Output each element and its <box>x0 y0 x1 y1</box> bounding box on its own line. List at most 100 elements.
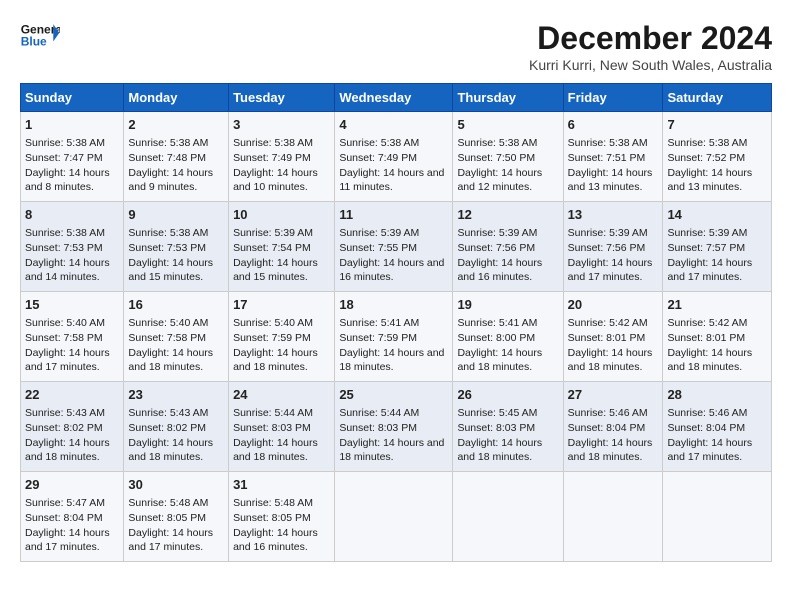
sunset-label: Sunset: 8:05 PM <box>233 512 311 524</box>
calendar-cell: 24Sunrise: 5:44 AMSunset: 8:03 PMDayligh… <box>229 382 335 472</box>
day-number: 17 <box>233 296 330 314</box>
daylight-label: Daylight: 14 hours and 8 minutes. <box>25 167 110 194</box>
calendar-header-row: SundayMondayTuesdayWednesdayThursdayFrid… <box>21 84 772 112</box>
calendar-cell: 5Sunrise: 5:38 AMSunset: 7:50 PMDaylight… <box>453 112 563 202</box>
sunrise-label: Sunrise: 5:38 AM <box>339 137 419 149</box>
daylight-label: Daylight: 14 hours and 16 minutes. <box>233 527 318 554</box>
day-number: 3 <box>233 116 330 134</box>
calendar-cell: 6Sunrise: 5:38 AMSunset: 7:51 PMDaylight… <box>563 112 663 202</box>
day-number: 8 <box>25 206 119 224</box>
sunrise-label: Sunrise: 5:38 AM <box>128 137 208 149</box>
day-number: 13 <box>568 206 659 224</box>
calendar-table: SundayMondayTuesdayWednesdayThursdayFrid… <box>20 83 772 562</box>
calendar-cell: 1Sunrise: 5:38 AMSunset: 7:47 PMDaylight… <box>21 112 124 202</box>
sunset-label: Sunset: 7:49 PM <box>339 152 417 164</box>
day-number: 18 <box>339 296 448 314</box>
daylight-label: Daylight: 14 hours and 18 minutes. <box>457 347 542 374</box>
sunset-label: Sunset: 8:04 PM <box>25 512 103 524</box>
sunrise-label: Sunrise: 5:44 AM <box>233 407 313 419</box>
day-number: 27 <box>568 386 659 404</box>
sunrise-label: Sunrise: 5:47 AM <box>25 497 105 509</box>
day-number: 15 <box>25 296 119 314</box>
calendar-cell: 28Sunrise: 5:46 AMSunset: 8:04 PMDayligh… <box>663 382 772 472</box>
calendar-cell: 9Sunrise: 5:38 AMSunset: 7:53 PMDaylight… <box>124 202 229 292</box>
month-title: December 2024 <box>529 20 772 57</box>
daylight-label: Daylight: 14 hours and 12 minutes. <box>457 167 542 194</box>
header-thursday: Thursday <box>453 84 563 112</box>
logo-icon: General Blue <box>20 20 60 50</box>
calendar-cell: 14Sunrise: 5:39 AMSunset: 7:57 PMDayligh… <box>663 202 772 292</box>
sunset-label: Sunset: 8:00 PM <box>457 332 535 344</box>
page-header: General Blue December 2024 Kurri Kurri, … <box>20 20 772 73</box>
sunset-label: Sunset: 7:55 PM <box>339 242 417 254</box>
daylight-label: Daylight: 14 hours and 18 minutes. <box>339 437 444 464</box>
daylight-label: Daylight: 14 hours and 13 minutes. <box>568 167 653 194</box>
day-number: 16 <box>128 296 224 314</box>
calendar-cell: 13Sunrise: 5:39 AMSunset: 7:56 PMDayligh… <box>563 202 663 292</box>
sunset-label: Sunset: 8:04 PM <box>568 422 646 434</box>
daylight-label: Daylight: 14 hours and 14 minutes. <box>25 257 110 284</box>
calendar-cell: 20Sunrise: 5:42 AMSunset: 8:01 PMDayligh… <box>563 292 663 382</box>
sunrise-label: Sunrise: 5:39 AM <box>233 227 313 239</box>
day-number: 24 <box>233 386 330 404</box>
calendar-cell: 23Sunrise: 5:43 AMSunset: 8:02 PMDayligh… <box>124 382 229 472</box>
sunset-label: Sunset: 7:58 PM <box>128 332 206 344</box>
sunrise-label: Sunrise: 5:38 AM <box>233 137 313 149</box>
calendar-cell: 17Sunrise: 5:40 AMSunset: 7:59 PMDayligh… <box>229 292 335 382</box>
daylight-label: Daylight: 14 hours and 17 minutes. <box>667 257 752 284</box>
sunrise-label: Sunrise: 5:38 AM <box>128 227 208 239</box>
calendar-week-row: 8 Sunrise: 5:38 AM Sunset: 7:53 PM Daylight… <box>21 202 772 292</box>
sunset-label: Sunset: 7:56 PM <box>568 242 646 254</box>
day-number: 22 <box>25 386 119 404</box>
day-number: 5 <box>457 116 558 134</box>
daylight-label: Daylight: 14 hours and 18 minutes. <box>25 437 110 464</box>
sunrise-label: Sunrise: 5:42 AM <box>667 317 747 329</box>
header-sunday: Sunday <box>21 84 124 112</box>
daylight-label: Daylight: 14 hours and 17 minutes. <box>25 347 110 374</box>
sunset-label: Sunset: 8:03 PM <box>339 422 417 434</box>
sunset-label: Sunset: 8:02 PM <box>128 422 206 434</box>
daylight-label: Daylight: 14 hours and 18 minutes. <box>233 347 318 374</box>
calendar-cell <box>663 472 772 562</box>
calendar-cell: 8Sunrise: 5:38 AMSunset: 7:53 PMDaylight… <box>21 202 124 292</box>
sunrise-label: Sunrise: 5:46 AM <box>667 407 747 419</box>
calendar-cell: 12Sunrise: 5:39 AMSunset: 7:56 PMDayligh… <box>453 202 563 292</box>
day-number: 26 <box>457 386 558 404</box>
day-number: 2 <box>128 116 224 134</box>
sunrise-label: Sunrise: 5:38 AM <box>667 137 747 149</box>
daylight-label: Daylight: 14 hours and 16 minutes. <box>457 257 542 284</box>
sunrise-label: Sunrise: 5:39 AM <box>667 227 747 239</box>
calendar-cell: 7Sunrise: 5:38 AMSunset: 7:52 PMDaylight… <box>663 112 772 202</box>
sunset-label: Sunset: 8:03 PM <box>233 422 311 434</box>
calendar-cell: 26Sunrise: 5:45 AMSunset: 8:03 PMDayligh… <box>453 382 563 472</box>
daylight-label: Daylight: 14 hours and 18 minutes. <box>128 347 213 374</box>
sunset-label: Sunset: 7:51 PM <box>568 152 646 164</box>
sunrise-label: Sunrise: 5:41 AM <box>339 317 419 329</box>
calendar-cell: 22Sunrise: 5:43 AMSunset: 8:02 PMDayligh… <box>21 382 124 472</box>
sunrise-label: Sunrise: 5:41 AM <box>457 317 537 329</box>
daylight-label: Daylight: 14 hours and 13 minutes. <box>667 167 752 194</box>
day-number: 11 <box>339 206 448 224</box>
daylight-label: Daylight: 14 hours and 18 minutes. <box>568 347 653 374</box>
sunset-label: Sunset: 7:48 PM <box>128 152 206 164</box>
sunset-label: Sunset: 7:56 PM <box>457 242 535 254</box>
daylight-label: Daylight: 14 hours and 18 minutes. <box>568 437 653 464</box>
day-number: 20 <box>568 296 659 314</box>
calendar-cell: 3Sunrise: 5:38 AMSunset: 7:49 PMDaylight… <box>229 112 335 202</box>
sunrise-label: Sunrise: 5:39 AM <box>339 227 419 239</box>
sunrise-label: Sunrise: 5:38 AM <box>568 137 648 149</box>
sunrise-label: Sunrise: 5:48 AM <box>128 497 208 509</box>
header-saturday: Saturday <box>663 84 772 112</box>
sunset-label: Sunset: 7:59 PM <box>233 332 311 344</box>
sunset-label: Sunset: 7:58 PM <box>25 332 103 344</box>
sunset-label: Sunset: 7:49 PM <box>233 152 311 164</box>
day-number: 29 <box>25 476 119 494</box>
calendar-cell: 19Sunrise: 5:41 AMSunset: 8:00 PMDayligh… <box>453 292 563 382</box>
daylight-label: Daylight: 14 hours and 18 minutes. <box>457 437 542 464</box>
day-number: 23 <box>128 386 224 404</box>
sunset-label: Sunset: 7:53 PM <box>128 242 206 254</box>
calendar-cell: 31Sunrise: 5:48 AMSunset: 8:05 PMDayligh… <box>229 472 335 562</box>
sunrise-label: Sunrise: 5:44 AM <box>339 407 419 419</box>
sunset-label: Sunset: 7:47 PM <box>25 152 103 164</box>
daylight-label: Daylight: 14 hours and 15 minutes. <box>128 257 213 284</box>
